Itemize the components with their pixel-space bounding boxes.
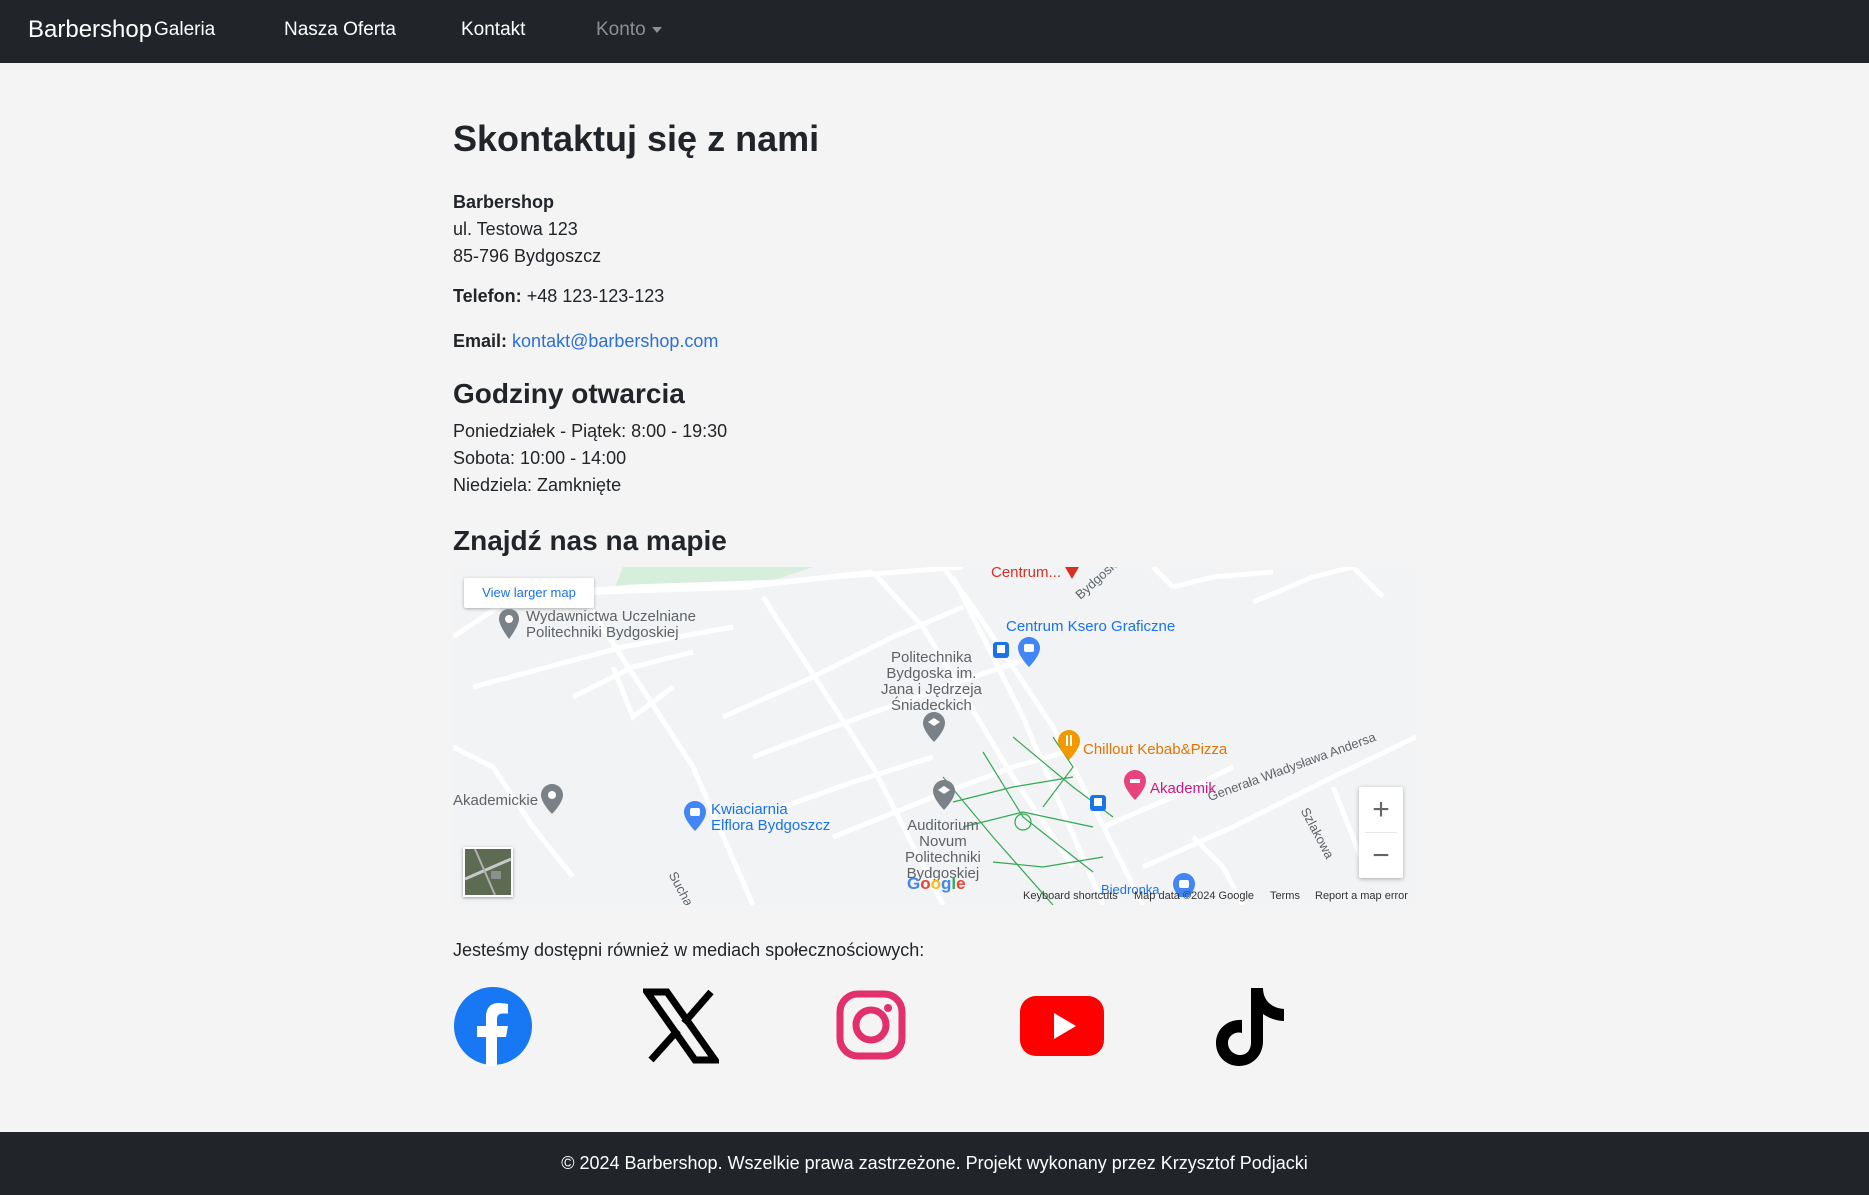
top-navbar: Barbershop Galeria Nasza Oferta Kontakt … (0, 0, 1869, 63)
business-name: Barbershop (453, 192, 555, 212)
youtube-link[interactable] (1019, 986, 1105, 1066)
keyboard-shortcuts-link[interactable]: Keyboard shortcuts (1023, 890, 1118, 902)
email-row: Email: kontakt@barbershop.com (453, 331, 718, 352)
instagram-icon (836, 990, 906, 1060)
street: ul. Testowa 123 (453, 219, 578, 239)
city: 85-796 Bydgoszcz (453, 246, 602, 266)
zoom-out-button[interactable]: − (1359, 833, 1403, 878)
shopping-pin-icon (1018, 637, 1040, 667)
label-chillout: Chillout Kebab&Pizza (1083, 741, 1228, 758)
hours-heading: Godziny otwarcia (453, 378, 685, 409)
hours-sunday: Niedziela: Zamknięte (453, 475, 622, 495)
bus-stop-icon (1090, 795, 1106, 811)
nav-konto-dropdown[interactable]: Konto (596, 19, 662, 41)
google-map[interactable]: View larger map Wydawnictwa Uczelniane P… (453, 567, 1416, 905)
university-pin-icon (933, 780, 955, 810)
tiktok-icon (1216, 988, 1284, 1066)
university-pin-icon (923, 712, 945, 742)
page-title: Skontaktuj się z nami (453, 118, 820, 159)
view-larger-map-link[interactable]: View larger map (464, 578, 594, 608)
nav-kontakt[interactable]: Kontakt (461, 19, 525, 41)
address-block: Barbershop ul. Testowa 123 85-796 Bydgos… (453, 189, 601, 270)
footer-text: © 2024 Barbershop. Wszelkie prawa zastrz… (561, 1153, 1308, 1173)
terms-link[interactable]: Terms (1270, 890, 1300, 902)
brand-link[interactable]: Barbershop (28, 16, 152, 44)
facebook-link[interactable] (453, 986, 533, 1066)
red-marker-icon (1065, 567, 1079, 579)
report-map-error-link[interactable]: Report a map error (1315, 890, 1408, 902)
label-wydawnictwa: Wydawnictwa Uczelniane Politechniki Bydg… (526, 608, 696, 641)
zoom-in-button[interactable]: + (1359, 787, 1403, 832)
nav-nasza-oferta[interactable]: Nasza Oferta (284, 19, 396, 41)
map-heading: Znajdź nas na mapie (453, 525, 727, 556)
map-footer: Keyboard shortcuts Map data ©2024 Google… (453, 887, 1416, 905)
gray-pin-icon (499, 609, 519, 639)
konto-label: Konto (596, 19, 646, 40)
email-label: Email: (453, 331, 508, 351)
phone-row: Telefon: +48 123-123-123 (453, 286, 664, 307)
facebook-icon (454, 987, 532, 1066)
instagram-link[interactable] (835, 986, 907, 1066)
shopping-pin-icon (684, 801, 706, 831)
phone-label: Telefon: (453, 286, 522, 306)
label-ksero: Centrum Ksero Graficzne (1006, 618, 1176, 635)
nav-galeria[interactable]: Galeria (154, 19, 215, 41)
hours-weekdays: Poniedziałek - Piątek: 8:00 - 19:30 (453, 421, 728, 441)
label-politechnika: Politechnika Bydgoska im. Jana i Jędrzej… (881, 649, 982, 714)
map-zoom-control: + − (1359, 787, 1403, 878)
hours-saturday: Sobota: 10:00 - 14:00 (453, 448, 627, 468)
phone-number: +48 123-123-123 (526, 286, 665, 306)
social-intro: Jesteśmy dostępni również w mediach społ… (453, 940, 925, 960)
x-icon (640, 988, 722, 1064)
map-data-attribution: Map data ©2024 Google (1134, 890, 1255, 902)
x-link[interactable] (640, 986, 722, 1066)
caret-down-icon (651, 26, 662, 33)
email-link[interactable]: kontakt@barbershop.com (512, 331, 718, 351)
youtube-icon (1020, 996, 1104, 1056)
page-footer: © 2024 Barbershop. Wszelkie prawa zastrz… (0, 1132, 1869, 1195)
label-kwiaciarnia: Kwiaciarnia Elflora Bydgoszcz (711, 801, 831, 834)
hours-list: Poniedziałek - Piątek: 8:00 - 19:30 Sobo… (453, 418, 727, 499)
gray-pin-icon (541, 784, 563, 814)
bus-stop-icon (993, 642, 1009, 658)
label-auditorium: Auditorium Novum Politechniki Bydgoskiej (905, 817, 981, 882)
label-akademickie: Akademickie (453, 792, 539, 809)
tiktok-link[interactable] (1216, 986, 1288, 1066)
restaurant-pin-icon (1058, 730, 1080, 760)
label-centrum: Centrum... (991, 567, 1062, 581)
hotel-pin-icon (1124, 770, 1146, 800)
